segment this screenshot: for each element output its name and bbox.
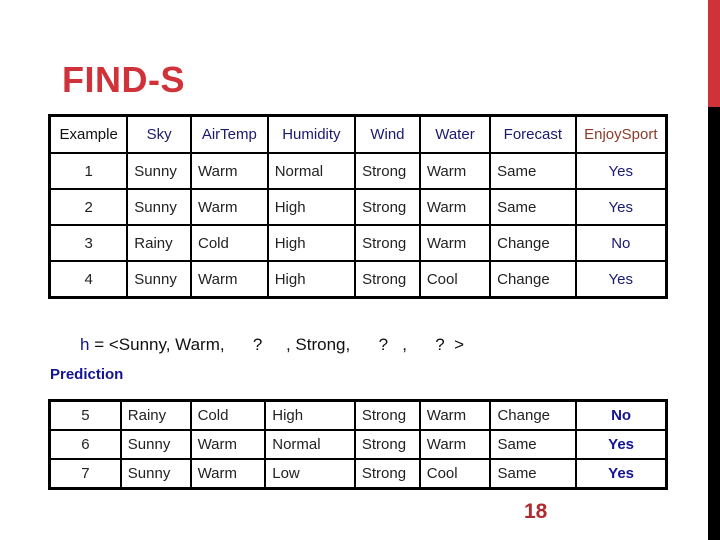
cell-enjoysport: No	[574, 224, 668, 262]
cell-sky: Rainy	[119, 399, 192, 431]
cell-wind: Strong	[353, 399, 421, 431]
header-example: Example	[48, 114, 129, 154]
cell-sky: Sunny	[126, 260, 192, 299]
cell-wind: Strong	[354, 260, 421, 299]
table-row: 1 Sunny Warm Normal Strong Warm Same Yes	[48, 152, 668, 190]
cell-water: Warm	[418, 399, 492, 431]
cell-water: Warm	[418, 224, 492, 262]
cell-wind: Strong	[353, 429, 421, 460]
cell-water: Warm	[418, 429, 492, 460]
prediction-table: 5 Rainy Cold High Strong Warm Change No …	[48, 399, 668, 490]
cell-water: Cool	[418, 260, 492, 299]
cell-prediction: Yes	[575, 458, 668, 490]
cell-sky: Sunny	[119, 429, 192, 460]
page-number: 18	[524, 500, 548, 523]
accent-bar-black	[708, 107, 720, 540]
slide-title: FIND-S	[62, 59, 185, 100]
cell-airtemp: Cold	[189, 399, 267, 431]
cell-sky: Rainy	[126, 224, 192, 262]
cell-water: Warm	[418, 188, 492, 226]
table-row: 5 Rainy Cold High Strong Warm Change No	[48, 399, 668, 431]
cell-prediction: Yes	[575, 429, 668, 460]
cell-airtemp: Cold	[190, 224, 269, 262]
cell-forecast: Same	[489, 152, 577, 190]
cell-enjoysport: Yes	[574, 260, 668, 299]
cell-forecast: Same	[489, 188, 577, 226]
cell-example: 7	[48, 458, 122, 490]
hypothesis-value: = <Sunny, Warm, ? , Strong, ? , ? >	[89, 335, 465, 354]
cell-sky: Sunny	[126, 188, 192, 226]
cell-humidity: High	[264, 399, 356, 431]
table-header-row: Example Sky AirTemp Humidity Wind Water …	[48, 114, 668, 154]
hypothesis-line: h = <Sunny, Warm, ? , Strong, ? , ? >	[80, 335, 464, 355]
cell-example: 1	[48, 152, 129, 190]
header-enjoysport: EnjoySport	[574, 114, 668, 154]
cell-wind: Strong	[354, 152, 421, 190]
header-wind: Wind	[354, 114, 421, 154]
cell-example: 3	[48, 224, 129, 262]
training-examples-table: Example Sky AirTemp Humidity Wind Water …	[48, 114, 668, 299]
cell-example: 6	[48, 429, 122, 460]
cell-airtemp: Warm	[190, 188, 269, 226]
cell-water: Warm	[418, 152, 492, 190]
cell-forecast: Same	[489, 458, 578, 490]
cell-water: Cool	[418, 458, 492, 490]
accent-bar-red	[708, 0, 720, 107]
cell-humidity: High	[266, 260, 357, 299]
cell-forecast: Change	[489, 260, 577, 299]
cell-humidity: High	[266, 224, 357, 262]
cell-wind: Strong	[354, 188, 421, 226]
table-row: 4 Sunny Warm High Strong Cool Change Yes	[48, 260, 668, 299]
prediction-label: Prediction	[50, 366, 124, 383]
table-row: 7 Sunny Warm Low Strong Cool Same Yes	[48, 458, 668, 490]
cell-humidity: High	[266, 188, 357, 226]
cell-enjoysport: Yes	[574, 188, 668, 226]
cell-humidity: Normal	[266, 152, 357, 190]
cell-prediction: No	[575, 399, 668, 431]
cell-airtemp: Warm	[189, 458, 267, 490]
cell-forecast: Change	[489, 399, 578, 431]
header-airtemp: AirTemp	[190, 114, 269, 154]
cell-forecast: Change	[489, 224, 577, 262]
cell-enjoysport: Yes	[574, 152, 668, 190]
header-sky: Sky	[126, 114, 192, 154]
header-forecast: Forecast	[489, 114, 577, 154]
table-row: 3 Rainy Cold High Strong Warm Change No	[48, 224, 668, 262]
table-row: 6 Sunny Warm Normal Strong Warm Same Yes	[48, 429, 668, 460]
cell-airtemp: Warm	[190, 260, 269, 299]
cell-sky: Sunny	[119, 458, 192, 490]
cell-airtemp: Warm	[189, 429, 267, 460]
cell-wind: Strong	[354, 224, 421, 262]
header-water: Water	[418, 114, 492, 154]
cell-wind: Strong	[353, 458, 421, 490]
cell-example: 2	[48, 188, 129, 226]
table-row: 2 Sunny Warm High Strong Warm Same Yes	[48, 188, 668, 226]
header-humidity: Humidity	[266, 114, 357, 154]
cell-humidity: Low	[264, 458, 356, 490]
cell-sky: Sunny	[126, 152, 192, 190]
cell-example: 4	[48, 260, 129, 299]
cell-example: 5	[48, 399, 122, 431]
cell-airtemp: Warm	[190, 152, 269, 190]
cell-humidity: Normal	[264, 429, 356, 460]
cell-forecast: Same	[489, 429, 578, 460]
